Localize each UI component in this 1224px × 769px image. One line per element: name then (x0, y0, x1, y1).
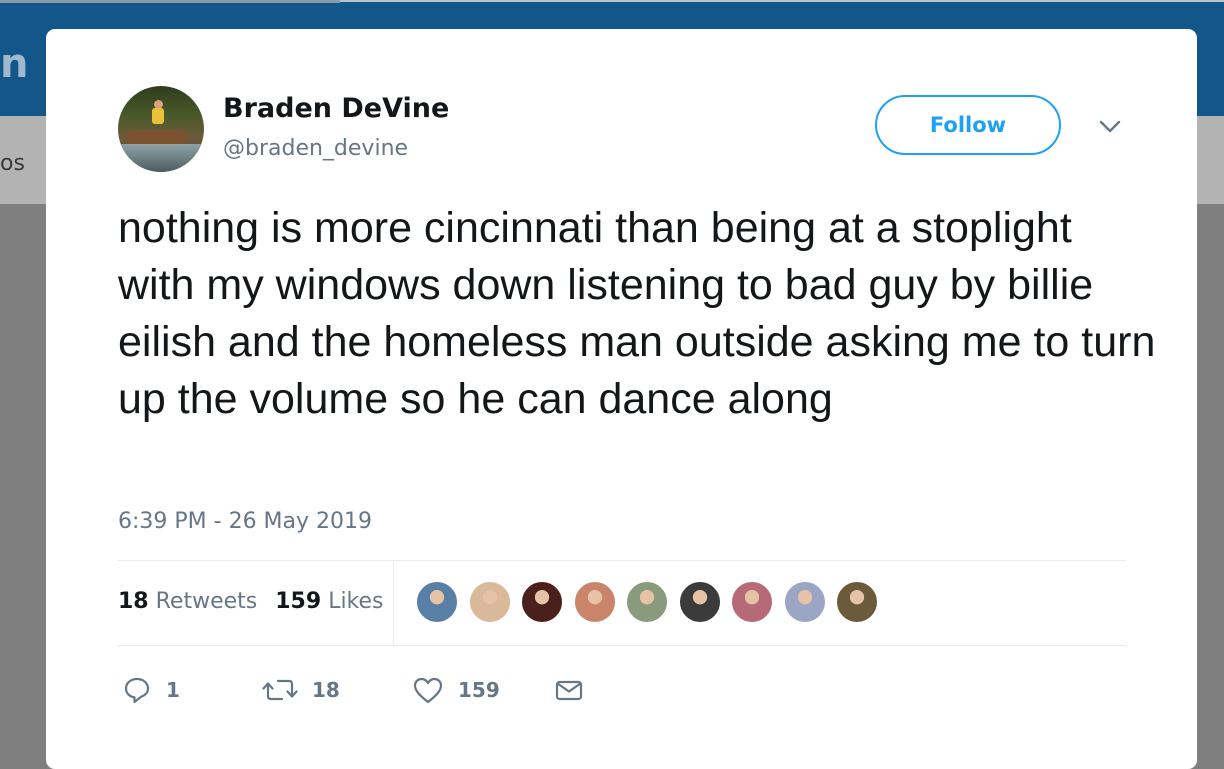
background-nav-fragment: os (0, 151, 25, 176)
like-count: 159 (458, 678, 500, 702)
liker-avatar[interactable] (520, 580, 564, 624)
retweets-stat-count: 18 (118, 589, 149, 614)
envelope-icon (555, 680, 583, 701)
likes-stat-label: Likes (328, 589, 384, 614)
heart-icon (413, 677, 443, 704)
likes-stat-count: 159 (275, 589, 322, 614)
avatar-rock (126, 130, 188, 144)
liker-avatar[interactable] (677, 580, 722, 624)
retweets-stat[interactable]: 18 Retweets (118, 589, 257, 614)
divider-vertical (393, 561, 394, 645)
avatar-water (118, 144, 204, 172)
reply-icon (124, 677, 150, 704)
author-handle[interactable]: @braden_devine (223, 135, 408, 163)
tweet-text: nothing is more cincinnati than being at… (118, 204, 1156, 423)
tweet-card: Braden DeVine @braden_devine Follow noth… (46, 29, 1197, 769)
liker-avatar[interactable] (625, 580, 669, 624)
background-header-edge (0, 0, 340, 3)
liker-avatar[interactable] (572, 580, 617, 624)
retweet-count: 18 (312, 678, 340, 702)
liker-avatar[interactable] (415, 580, 459, 624)
background-logo-fragment: n (0, 41, 29, 87)
liker-avatar[interactable] (835, 580, 879, 624)
tweet-timestamp[interactable]: 6:39 PM - 26 May 2019 (118, 508, 372, 536)
author-name[interactable]: Braden DeVine (223, 92, 449, 126)
liker-avatar[interactable] (467, 580, 512, 624)
avatar-person-body (152, 108, 164, 124)
likes-stat[interactable]: 159 Likes (275, 589, 383, 614)
tweet-stats: 18 Retweets 159 Likes (118, 588, 384, 616)
divider-bottom (118, 645, 1126, 646)
like-button[interactable]: 159 (412, 673, 500, 707)
reply-button[interactable]: 1 (122, 673, 180, 707)
author-avatar[interactable] (118, 86, 204, 172)
divider-top (118, 560, 1126, 561)
chevron-down-icon[interactable] (1098, 119, 1122, 135)
direct-message-button[interactable] (554, 673, 584, 707)
background-header-edge-right (340, 0, 1224, 2)
liker-avatar[interactable] (730, 580, 774, 624)
retweet-button[interactable]: 18 (262, 673, 340, 707)
follow-button[interactable]: Follow (875, 95, 1061, 155)
retweets-stat-label: Retweets (155, 589, 258, 614)
liker-avatar[interactable] (782, 580, 827, 624)
retweet-icon (262, 679, 298, 701)
reply-count: 1 (166, 678, 180, 702)
